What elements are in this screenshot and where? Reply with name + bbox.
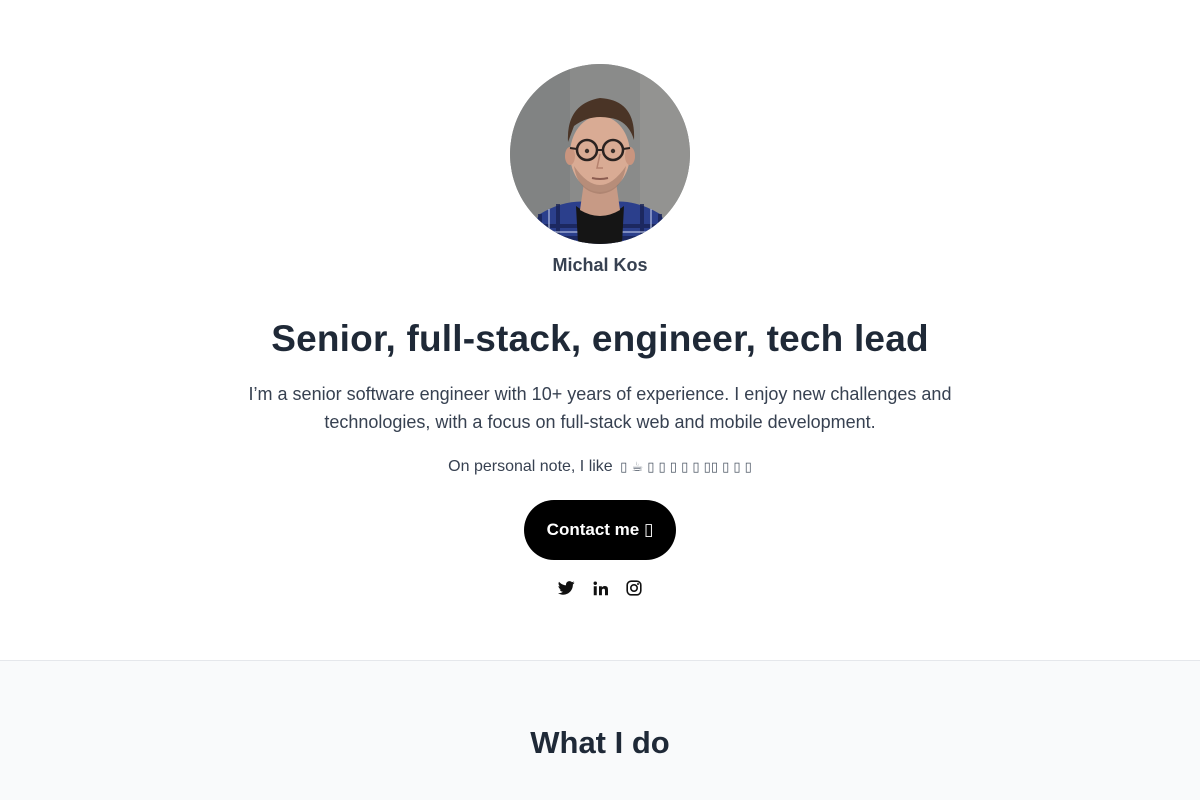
page: Michal Kos Senior, full-stack, engineer,… [0,0,1200,800]
twitter-link[interactable] [556,578,576,598]
twitter-icon [557,581,575,595]
linkedin-link[interactable] [590,578,610,598]
what-i-do-heading: What I do [530,725,670,760]
personal-note: On personal note, I like ▯ ☕ ▯ ▯ ▯ ▯ ▯ ▯… [0,458,1200,476]
hero-section: Michal Kos Senior, full-stack, engineer,… [0,0,1200,660]
avatar-portrait-image [510,64,690,244]
contact-me-button[interactable]: Contact me ▯ [524,500,676,560]
personal-note-emojis: ▯ ☕ ▯ ▯ ▯ ▯ ▯ ▯▯ ▯ ▯ ▯ [620,460,752,475]
what-i-do-section: What I do [0,661,1200,800]
page-title: Senior, full-stack, engineer, tech lead [271,318,929,359]
linkedin-icon [593,581,608,595]
personal-note-text: On personal note, I like [448,458,613,475]
social-links [556,578,644,598]
profile-name: Michal Kos [552,255,648,275]
avatar [510,64,690,244]
instagram-link[interactable] [624,578,644,598]
intro-paragraph: I’m a senior software engineer with 10+ … [248,384,952,432]
instagram-icon [626,580,642,596]
